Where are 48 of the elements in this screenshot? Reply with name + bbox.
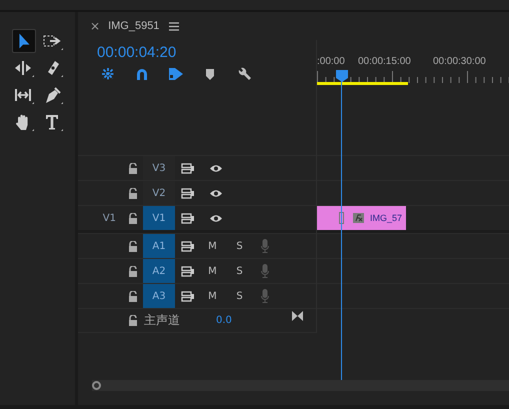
close-button[interactable]: × xyxy=(90,19,100,33)
lock-icon[interactable] xyxy=(128,162,138,174)
sync-lock-icon[interactable] xyxy=(181,212,195,224)
fx-badge-icon xyxy=(353,213,364,223)
video-clip[interactable]: IMG_57 xyxy=(317,206,406,230)
nest-icon[interactable] xyxy=(100,66,116,82)
lock-icon[interactable] xyxy=(128,212,138,224)
eye-icon[interactable] xyxy=(209,164,223,172)
sync-lock-icon[interactable] xyxy=(181,188,195,198)
tool-button[interactable] xyxy=(12,29,36,53)
solo-toggle[interactable]: S xyxy=(226,290,253,302)
solo-toggle[interactable]: S xyxy=(226,266,253,276)
eye-icon[interactable] xyxy=(209,188,223,198)
track-target[interactable]: A3 xyxy=(143,284,175,308)
lock-icon[interactable] xyxy=(128,290,138,302)
sync-lock-icon[interactable] xyxy=(181,240,195,252)
sync-lock-icon[interactable] xyxy=(181,266,195,276)
lock-icon[interactable] xyxy=(128,315,138,326)
ruler-time-label: 00:00:15:00 xyxy=(358,56,411,67)
mute-toggle[interactable]: M xyxy=(199,240,226,252)
track-target[interactable]: A2 xyxy=(143,259,175,283)
ruler-time-label: :00:00 xyxy=(317,56,345,67)
wrench-icon[interactable] xyxy=(236,66,252,82)
lock-icon[interactable] xyxy=(128,188,138,198)
sequence-title[interactable]: IMG_5951 xyxy=(108,20,160,32)
playhead-handle[interactable] xyxy=(336,70,348,82)
magnet-icon[interactable] xyxy=(134,66,150,82)
lock-icon[interactable] xyxy=(128,266,138,276)
timecode-display[interactable]: 00:00:04:20 xyxy=(78,40,316,61)
zoom-handle[interactable] xyxy=(92,381,101,390)
menu-icon[interactable] xyxy=(169,22,180,30)
bowtie-icon[interactable] xyxy=(292,310,303,320)
time-ruler[interactable]: :00:00 00:00:15:00 00:00:30:00 xyxy=(317,40,509,155)
mute-toggle[interactable]: M xyxy=(199,266,226,276)
track-target[interactable]: A1 xyxy=(143,234,175,258)
solo-toggle[interactable]: S xyxy=(226,240,253,252)
sync-lock-icon[interactable] xyxy=(181,162,195,174)
volume-value[interactable]: 0.0 xyxy=(216,315,232,326)
sync-lock-icon[interactable] xyxy=(181,290,195,302)
mute-toggle[interactable]: M xyxy=(199,290,226,302)
source-patch[interactable]: V1 xyxy=(102,212,116,224)
ruler-time-label: 00:00:30:00 xyxy=(433,56,486,67)
track-target[interactable]: V1 xyxy=(143,206,175,230)
eye-icon[interactable] xyxy=(209,214,223,222)
lock-icon[interactable] xyxy=(128,240,138,252)
horizontal-scrollbar[interactable] xyxy=(92,380,509,391)
linked-selection-icon[interactable] xyxy=(168,66,184,82)
master-track-label: 主声道 xyxy=(144,312,180,329)
